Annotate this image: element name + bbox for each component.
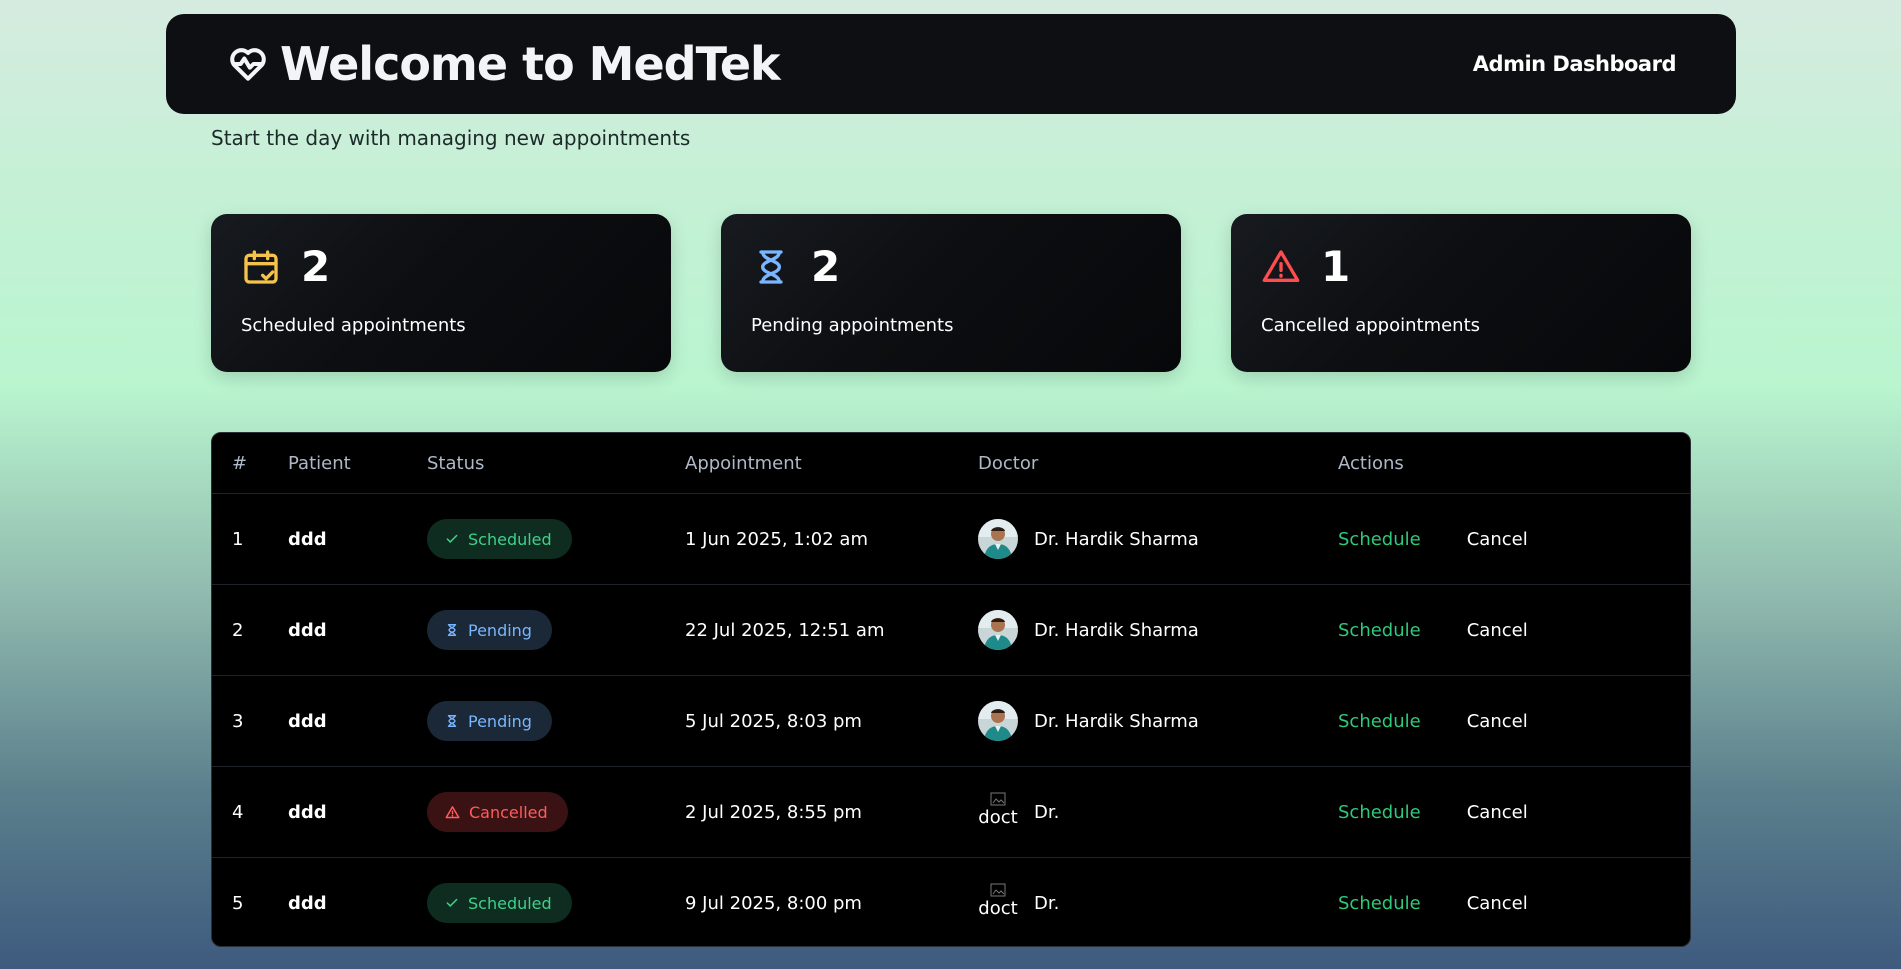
heart-pulse-icon <box>226 42 270 86</box>
doctor-cell: doct Dr. <box>978 792 1338 832</box>
status-text: Pending <box>468 620 532 640</box>
avatar <box>978 610 1018 650</box>
doctor-name: Dr. Hardik Sharma <box>1034 528 1199 550</box>
status-text: Scheduled <box>468 893 552 913</box>
appointment-date: 5 Jul 2025, 8:03 pm <box>685 675 978 767</box>
cancel-button[interactable]: Cancel <box>1467 529 1528 550</box>
table-row: 1 ddd Scheduled 1 Jun 2025, 1:02 am Dr. … <box>212 493 1690 585</box>
doctor-cell: Dr. Hardik Sharma <box>978 701 1338 741</box>
admin-dashboard-link[interactable]: Admin Dashboard <box>1473 52 1677 76</box>
appointment-date: 9 Jul 2025, 8:00 pm <box>685 892 862 914</box>
column-header-status: Status <box>427 433 685 494</box>
doctor-cell: doct Dr. <box>978 883 1338 923</box>
warning-icon <box>445 805 460 818</box>
status-text: Scheduled <box>468 529 552 549</box>
avatar-alt-text: doct <box>978 807 1018 828</box>
status-text: Pending <box>468 711 532 731</box>
schedule-button[interactable]: Schedule <box>1338 893 1421 914</box>
schedule-button[interactable]: Schedule <box>1338 529 1421 550</box>
table-row: 3 ddd Pending 5 Jul 2025, 8:03 pm Dr. Ha… <box>212 675 1690 767</box>
stat-label: Scheduled appointments <box>241 315 466 336</box>
status-badge: Pending <box>427 701 552 741</box>
brand: Welcome to MedTek <box>226 37 781 91</box>
table-row: 5 ddd Scheduled 9 Jul 2025, 8:00 pm doct <box>212 858 1690 947</box>
doctor-name: Dr. <box>1034 892 1060 914</box>
status-badge: Scheduled <box>427 519 572 559</box>
row-number: 2 <box>212 584 288 676</box>
column-header-appointment: Appointment <box>685 433 978 494</box>
status-badge: Cancelled <box>427 792 568 832</box>
cancel-button[interactable]: Cancel <box>1467 893 1528 914</box>
check-icon <box>446 534 458 543</box>
cancel-button[interactable]: Cancel <box>1467 620 1528 641</box>
row-number: 4 <box>212 766 288 858</box>
cancel-button[interactable]: Cancel <box>1467 802 1528 823</box>
avatar <box>978 701 1018 741</box>
patient-name: ddd <box>288 584 427 676</box>
page-title: Welcome to MedTek <box>280 37 781 91</box>
appointments-table: # Patient Status Appointment Doctor Acti… <box>211 432 1691 947</box>
cancel-button[interactable]: Cancel <box>1467 711 1528 732</box>
row-number: 3 <box>212 675 288 767</box>
status-text: Cancelled <box>469 802 548 822</box>
avatar-alt-text: doct <box>978 898 1018 919</box>
stat-card-scheduled: 2 Scheduled appointments <box>211 214 671 372</box>
hourglass-icon <box>447 624 457 636</box>
stat-count: 1 <box>1321 242 1351 291</box>
appointment-date: 2 Jul 2025, 8:55 pm <box>685 766 978 858</box>
stat-label: Cancelled appointments <box>1261 315 1481 336</box>
stat-label: Pending appointments <box>751 315 954 336</box>
schedule-button[interactable]: Schedule <box>1338 711 1421 732</box>
row-number: 5 <box>232 892 244 914</box>
schedule-button[interactable]: Schedule <box>1338 802 1421 823</box>
doctor-name: Dr. Hardik Sharma <box>1034 710 1199 732</box>
doctor-name: Dr. Hardik Sharma <box>1034 619 1199 641</box>
calendar-check-icon <box>241 247 281 287</box>
schedule-button[interactable]: Schedule <box>1338 620 1421 641</box>
broken-avatar-image: doct <box>978 792 1018 832</box>
column-header-actions: Actions <box>1338 433 1690 494</box>
check-icon <box>446 898 458 907</box>
stat-card-cancelled: 1 Cancelled appointments <box>1231 214 1691 372</box>
table-row: 4 ddd Cancelled 2 Jul 2025, 8:55 pm doct <box>212 766 1690 858</box>
stat-count: 2 <box>301 242 331 291</box>
patient-name: ddd <box>288 892 327 914</box>
appointment-date: 22 Jul 2025, 12:51 am <box>685 584 978 676</box>
page-subtitle: Start the day with managing new appointm… <box>211 126 691 150</box>
column-header-patient: Patient <box>288 433 427 494</box>
status-badge: Scheduled <box>427 883 572 923</box>
column-header-doctor: Doctor <box>978 433 1338 494</box>
broken-avatar-image: doct <box>978 883 1018 923</box>
patient-name: ddd <box>288 675 427 767</box>
row-number: 1 <box>212 493 288 585</box>
hourglass-icon <box>447 715 457 727</box>
stat-count: 2 <box>811 242 841 291</box>
warning-icon <box>1261 247 1301 287</box>
appointment-date: 1 Jun 2025, 1:02 am <box>685 493 978 585</box>
table-row: 2 ddd Pending 22 Jul 2025, 12:51 am Dr. … <box>212 584 1690 676</box>
column-header-number: # <box>212 433 288 494</box>
stat-card-pending: 2 Pending appointments <box>721 214 1181 372</box>
doctor-cell: Dr. Hardik Sharma <box>978 519 1338 559</box>
doctor-cell: Dr. Hardik Sharma <box>978 610 1338 650</box>
avatar <box>978 519 1018 559</box>
table-header-row: # Patient Status Appointment Doctor Acti… <box>212 433 1690 494</box>
top-bar: Welcome to MedTek Admin Dashboard <box>166 14 1736 114</box>
patient-name: ddd <box>288 766 427 858</box>
doctor-name: Dr. <box>1034 801 1060 823</box>
patient-name: ddd <box>288 493 427 585</box>
hourglass-icon <box>751 247 791 287</box>
status-badge: Pending <box>427 610 552 650</box>
stats-row: 2 Scheduled appointments 2 Pending appoi… <box>211 214 1691 372</box>
